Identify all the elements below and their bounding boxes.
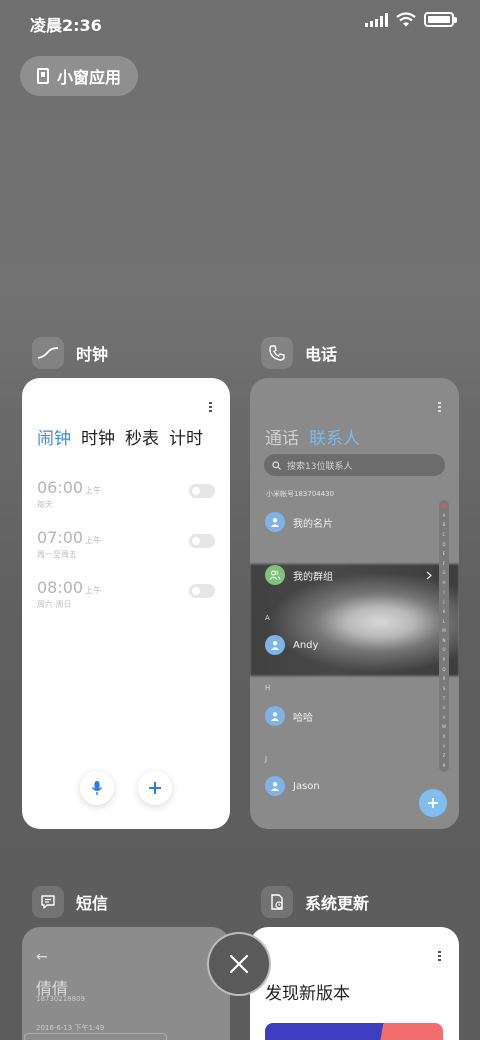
contact-search-input[interactable]: 搜索13位联系人 <box>264 454 445 476</box>
group-icon <box>265 565 285 585</box>
message-bubble <box>24 1033 167 1040</box>
my-groups-item[interactable]: 我的群组 <box>265 565 333 585</box>
phone-tabs: 通话 联系人 <box>265 424 360 449</box>
more-options-icon[interactable] <box>438 951 441 961</box>
sms-app-name: 短信 <box>76 894 109 913</box>
alarm-repeat: 每天 <box>37 500 53 509</box>
floating-window-icon <box>36 68 49 84</box>
voice-alarm-button[interactable] <box>80 771 114 805</box>
update-banner <box>265 1023 443 1040</box>
alarm-toggle[interactable] <box>189 484 215 498</box>
alarm-item[interactable]: 07:00 上午 周一至周五 <box>37 528 215 560</box>
clock-tabs: 闹钟 时钟 秒表 计时 <box>37 424 203 449</box>
floating-window-button[interactable]: 小窗应用 <box>20 56 138 96</box>
phone-app-card[interactable]: 通话 联系人 搜索13位联系人 小米帐号183704430 我的名片 我的群组 … <box>250 378 459 829</box>
sms-date: 2016-6-13 下午1:49 <box>36 1024 105 1032</box>
back-arrow-icon[interactable]: ← <box>36 949 48 965</box>
add-alarm-button[interactable] <box>138 771 172 805</box>
contact-name: Andy <box>293 639 319 651</box>
wifi-icon <box>396 12 416 27</box>
index-marker <box>442 504 446 508</box>
sms-contact-number: 18730218809 <box>36 995 85 1003</box>
avatar <box>265 635 285 655</box>
alarm-ampm: 上午 <box>85 586 102 595</box>
plus-icon <box>428 798 438 808</box>
phone-app-header[interactable]: 电话 <box>261 337 337 369</box>
alarm-time: 08:00 <box>37 578 84 597</box>
search-placeholder: 搜索13位联系人 <box>287 461 353 472</box>
alarm-toggle[interactable] <box>189 584 215 598</box>
sms-app-icon <box>32 886 64 918</box>
signal-icon <box>365 12 388 27</box>
status-time: 凌晨2:36 <box>30 16 102 35</box>
avatar <box>265 512 285 532</box>
sms-app-card[interactable]: ← 倩倩 18730218809 2016-6-13 下午1:49 <box>22 927 230 1040</box>
phone-app-name: 电话 <box>305 345 338 364</box>
add-contact-button[interactable] <box>419 789 447 817</box>
alarm-ampm: 上午 <box>85 536 102 545</box>
plus-icon <box>149 782 161 794</box>
close-icon <box>229 954 249 974</box>
tab-clock[interactable]: 时钟 <box>81 424 115 449</box>
clock-app-icon <box>32 337 64 369</box>
microphone-icon <box>91 781 103 795</box>
section-letter: H <box>265 684 271 692</box>
my-groups-label: 我的群组 <box>293 571 333 583</box>
tab-contacts[interactable]: 联系人 <box>309 424 360 449</box>
avatar <box>265 706 285 726</box>
alphabet-index-scrollbar[interactable]: A B C D E F G H I J K L M N O P Q R S T … <box>439 500 449 772</box>
update-app-name: 系统更新 <box>305 894 370 913</box>
update-app-header[interactable]: 系统更新 <box>261 886 369 918</box>
sms-app-header[interactable]: 短信 <box>32 886 108 918</box>
floating-window-label: 小窗应用 <box>56 68 121 87</box>
tab-timer[interactable]: 计时 <box>169 424 203 449</box>
contact-item[interactable]: 哈哈 <box>265 706 313 726</box>
alarm-item[interactable]: 08:00 上午 周六 周日 <box>37 578 215 610</box>
system-update-icon <box>261 886 293 918</box>
update-app-card[interactable]: 发现新版本 <box>250 927 459 1040</box>
clock-app-card[interactable]: 闹钟 时钟 秒表 计时 06:00 上午 每天 07:00 上午 周一至周五 08:… <box>22 378 230 829</box>
section-letter: A <box>265 614 270 622</box>
chevron-right-icon <box>426 571 432 580</box>
clear-all-button[interactable] <box>207 932 271 996</box>
update-title: 发现新版本 <box>265 984 350 1004</box>
clock-app-header[interactable]: 时钟 <box>32 337 108 369</box>
search-icon <box>272 460 281 470</box>
alarm-time: 06:00 <box>37 478 84 497</box>
phone-app-icon <box>261 337 293 369</box>
tab-stopwatch[interactable]: 秒表 <box>125 424 159 449</box>
alarm-item[interactable]: 06:00 上午 每天 <box>37 478 215 510</box>
status-icons <box>365 12 457 27</box>
alarm-repeat: 周六 周日 <box>37 600 72 609</box>
section-letter: J <box>265 755 268 763</box>
my-card-item[interactable]: 我的名片 <box>265 512 333 532</box>
alarm-toggle[interactable] <box>189 534 215 548</box>
avatar <box>265 776 285 796</box>
contact-name: Jason <box>293 780 320 792</box>
more-options-icon[interactable] <box>209 402 212 412</box>
alarm-repeat: 周一至周五 <box>37 550 77 559</box>
more-options-icon[interactable] <box>438 402 441 412</box>
status-bar: 凌晨2:36 <box>0 0 480 42</box>
account-label: 小米帐号183704430 <box>266 490 335 498</box>
battery-icon <box>424 12 457 27</box>
my-card-label: 我的名片 <box>293 518 333 530</box>
clock-app-name: 时钟 <box>76 345 109 364</box>
contact-item[interactable]: Jason <box>265 776 320 796</box>
tab-calls[interactable]: 通话 <box>265 424 299 449</box>
contact-name: 哈哈 <box>293 712 313 724</box>
alarm-ampm: 上午 <box>85 486 102 495</box>
alarm-time: 07:00 <box>37 528 84 547</box>
contact-item[interactable]: Andy <box>265 635 318 655</box>
tab-alarm[interactable]: 闹钟 <box>37 424 71 449</box>
